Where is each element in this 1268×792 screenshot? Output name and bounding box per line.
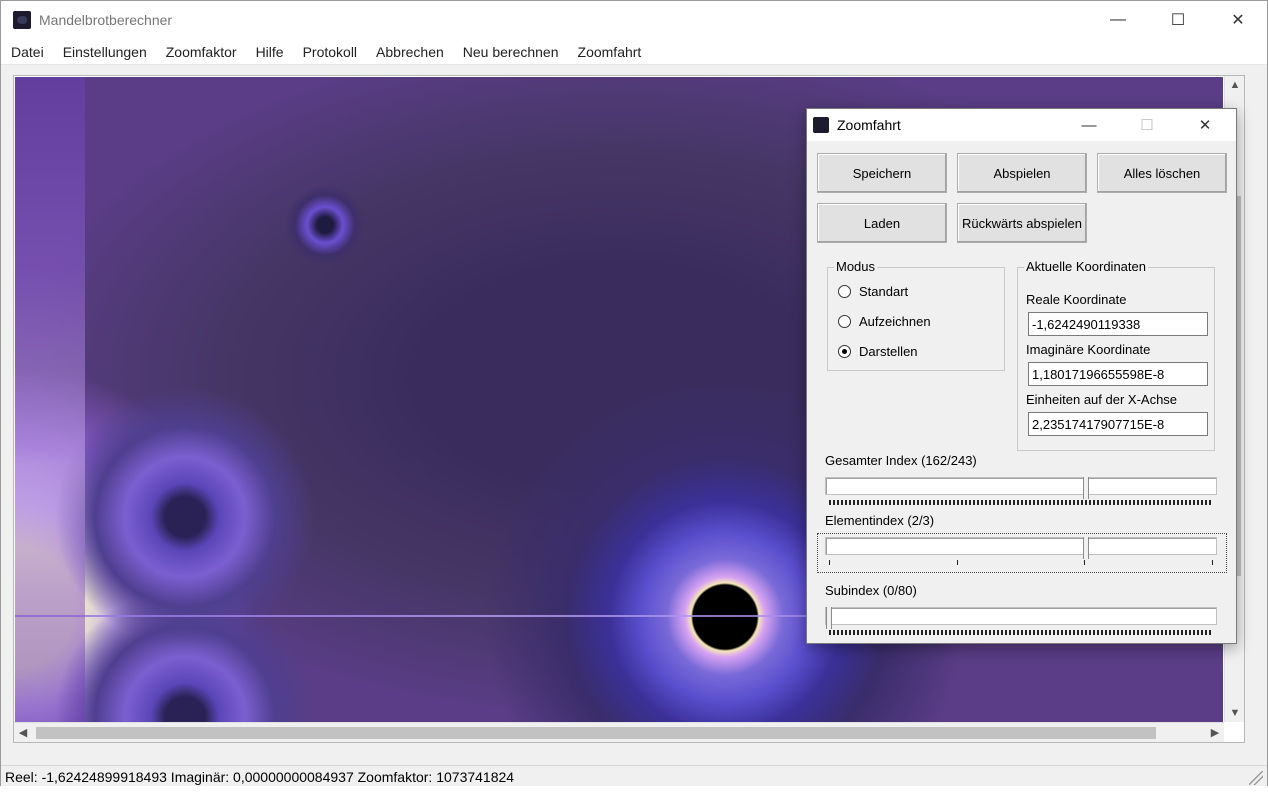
radio-aufzeichnen-icon[interactable] <box>838 315 851 328</box>
scroll-right-arrow-icon[interactable]: ▶ <box>1206 723 1224 743</box>
element-index-tick <box>829 560 830 565</box>
status-text: Reel: -1,62424899918493 Imaginär: 0,0000… <box>5 768 515 785</box>
radio-darstellen[interactable]: Darstellen <box>838 344 918 359</box>
radio-aufzeichnen-label: Aufzeichnen <box>859 314 931 329</box>
save-button[interactable]: Speichern <box>817 153 947 193</box>
sub-index-slider[interactable] <box>825 607 1217 629</box>
menu-bar: Datei Einstellungen Zoomfaktor Hilfe Pro… <box>1 39 1267 65</box>
radio-darstellen-label: Darstellen <box>859 344 918 359</box>
dialog-title-bar: Zoomfahrt — ☐ ✕ <box>807 109 1236 141</box>
element-index-ticks <box>829 560 1213 565</box>
element-index-thumb[interactable] <box>1083 537 1089 559</box>
horizontal-scroll-thumb[interactable] <box>36 727 1156 739</box>
dialog-close-button[interactable]: ✕ <box>1179 109 1231 141</box>
mode-group-label: Modus <box>834 259 878 274</box>
element-index-tick <box>1084 560 1085 565</box>
radio-standart-icon[interactable] <box>838 285 851 298</box>
clear-all-button[interactable]: Alles löschen <box>1097 153 1227 193</box>
sub-index-label: Subindex (0/80) <box>825 583 917 598</box>
maximize-button[interactable]: ☐ <box>1149 1 1207 39</box>
load-button[interactable]: Laden <box>817 203 947 243</box>
imaginary-coordinate-field[interactable] <box>1028 362 1208 386</box>
real-coordinate-label: Reale Koordinate <box>1026 292 1127 307</box>
scroll-up-arrow-icon[interactable]: ▲ <box>1225 76 1245 94</box>
total-index-label: Gesamter Index (162/243) <box>825 453 977 468</box>
scroll-left-arrow-icon[interactable]: ◀ <box>14 723 32 743</box>
x-axis-units-field[interactable] <box>1028 412 1208 436</box>
menu-einstellungen[interactable]: Einstellungen <box>53 44 156 60</box>
menu-zoomfahrt[interactable]: Zoomfahrt <box>568 44 651 60</box>
dialog-title: Zoomfahrt <box>837 117 901 133</box>
horizontal-scrollbar[interactable]: ◀ ▶ <box>14 722 1224 742</box>
play-reverse-button[interactable]: Rückwärts abspielen <box>957 203 1087 243</box>
status-bar: Reel: -1,62424899918493 Imaginär: 0,0000… <box>1 765 1267 787</box>
total-index-ticks <box>829 500 1213 505</box>
menu-protokoll[interactable]: Protokoll <box>293 44 366 60</box>
menu-abbrechen[interactable]: Abbrechen <box>366 44 453 60</box>
total-index-slider[interactable] <box>825 477 1217 499</box>
dialog-app-icon <box>813 117 829 133</box>
zoomfahrt-dialog: Zoomfahrt — ☐ ✕ Speichern Abspielen Alle… <box>806 108 1237 644</box>
menu-zoomfaktor[interactable]: Zoomfaktor <box>156 44 246 60</box>
radio-standart[interactable]: Standart <box>838 284 908 299</box>
element-index-tick <box>957 560 958 565</box>
mode-group: Modus Standart Aufzeichnen Darstellen <box>827 259 1005 371</box>
window-title: Mandelbrotberechner <box>39 12 173 28</box>
title-bar: Mandelbrotberechner — ☐ ✕ <box>1 1 1267 39</box>
scroll-down-arrow-icon[interactable]: ▼ <box>1225 704 1245 722</box>
element-index-slider[interactable] <box>825 537 1217 559</box>
menu-neu-berechnen[interactable]: Neu berechnen <box>453 44 568 60</box>
menu-hilfe[interactable]: Hilfe <box>246 44 293 60</box>
resize-grip-icon[interactable] <box>1249 771 1263 785</box>
radio-darstellen-icon[interactable] <box>838 345 851 358</box>
total-index-thumb[interactable] <box>1083 477 1089 499</box>
minimize-button[interactable]: — <box>1089 1 1147 39</box>
real-coordinate-field[interactable] <box>1028 312 1208 336</box>
dialog-maximize-button[interactable]: ☐ <box>1121 109 1173 141</box>
dialog-minimize-button[interactable]: — <box>1063 109 1115 141</box>
coordinates-group-label: Aktuelle Koordinaten <box>1024 259 1148 274</box>
sub-index-ticks <box>829 630 1213 635</box>
element-index-tick <box>1212 560 1213 565</box>
radio-standart-label: Standart <box>859 284 909 299</box>
desktop-strip <box>0 786 1268 792</box>
app-icon <box>13 11 31 29</box>
coordinates-group: Aktuelle Koordinaten Reale Koordinate Im… <box>1017 259 1215 451</box>
x-axis-units-label: Einheiten auf der X-Achse <box>1026 392 1178 407</box>
element-index-label: Elementindex (2/3) <box>825 513 935 528</box>
radio-aufzeichnen[interactable]: Aufzeichnen <box>838 314 931 329</box>
menu-datei[interactable]: Datei <box>1 44 53 60</box>
imaginary-coordinate-label: Imaginäre Koordinate <box>1026 342 1151 357</box>
sub-index-thumb[interactable] <box>826 607 832 629</box>
close-button[interactable]: ✕ <box>1209 1 1267 39</box>
play-button[interactable]: Abspielen <box>957 153 1087 193</box>
